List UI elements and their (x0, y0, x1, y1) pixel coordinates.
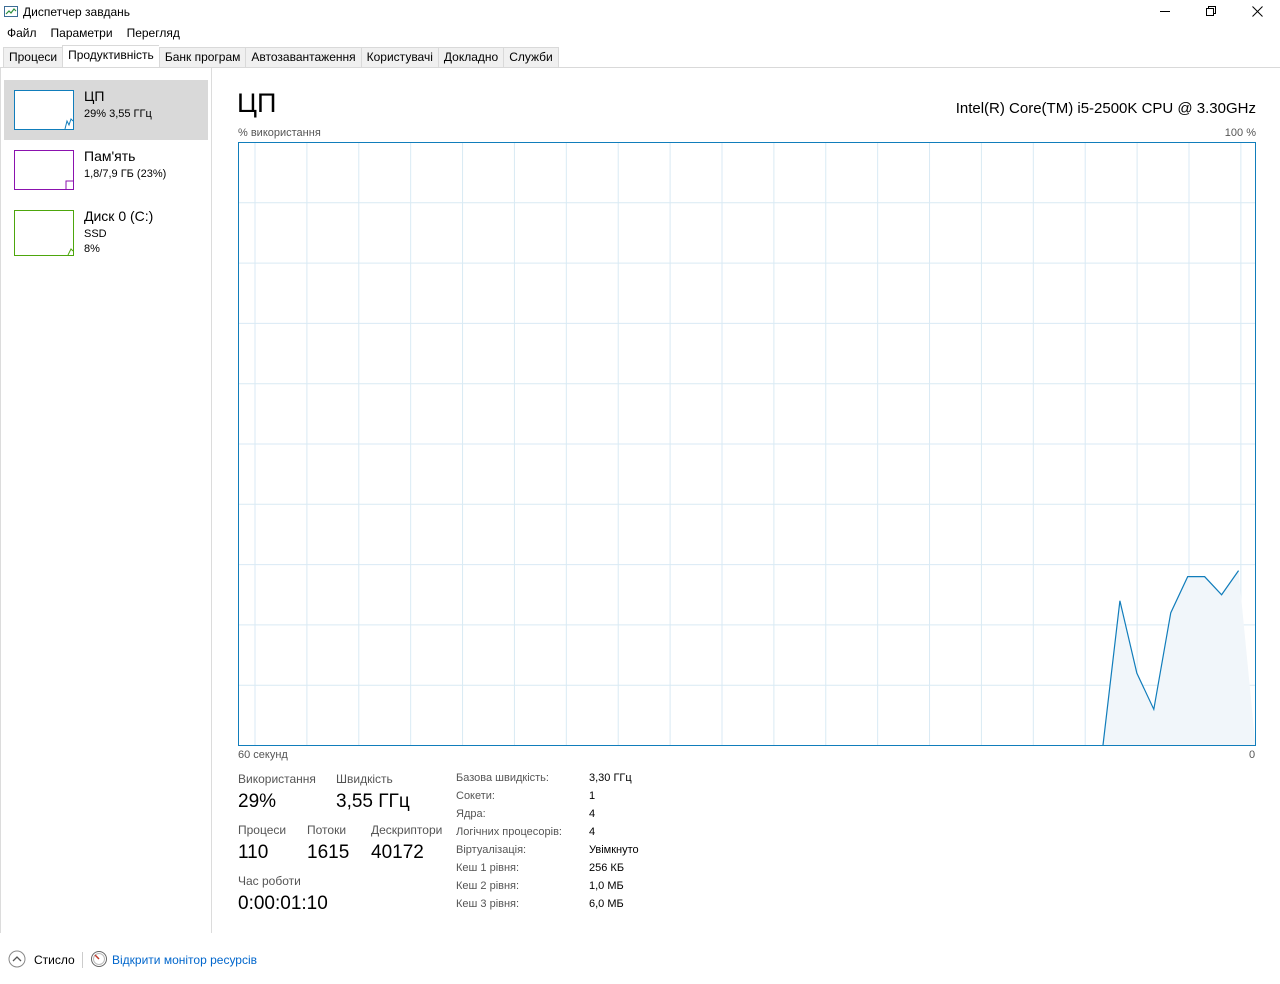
tab-users[interactable]: Користувачі (360, 47, 438, 68)
minimize-icon (1160, 11, 1170, 12)
cpu-usage-area (1102, 570, 1256, 746)
cpu-usage-graph (238, 142, 1256, 746)
spec-label: Кеш 2 рівня: (456, 880, 520, 892)
task-manager-icon (4, 5, 18, 17)
sidebar-item-detail: 8% (84, 243, 100, 255)
minimize-button[interactable] (1142, 0, 1188, 22)
y-axis-max: 100 % (1224, 127, 1256, 139)
page-title: ЦП (237, 88, 277, 118)
tab-processes[interactable]: Процеси (3, 47, 63, 68)
title-bar: Диспетчер завдань (0, 0, 1280, 22)
spec-label: Кеш 1 рівня: (456, 862, 520, 874)
spec-label: Базова швидкість: (456, 772, 549, 784)
threads-value: 1615 (307, 842, 350, 863)
tab-details[interactable]: Докладно (437, 47, 504, 68)
footer-divider (82, 952, 83, 968)
spec-value: 256 КБ (589, 862, 625, 874)
close-button[interactable] (1234, 0, 1280, 22)
footer-bar: Стисло Відкрити монітор ресурсів (0, 946, 1280, 974)
tab-services[interactable]: Служби (503, 47, 559, 68)
processes-label: Процеси (238, 823, 287, 837)
close-icon (1251, 5, 1263, 17)
sidebar-item-detail: 29% 3,55 ГГц (84, 108, 152, 120)
tab-strip: Процеси Продуктивність Банк програм Авто… (3, 45, 559, 68)
sidebar-item-title: ЦП (84, 88, 105, 104)
spec-label: Кеш 3 рівня: (456, 898, 520, 910)
spec-value: 3,30 ГГц (589, 772, 632, 784)
uptime-value: 0:00:01:10 (238, 893, 328, 914)
menu-options[interactable]: Параметри (44, 24, 120, 42)
spec-value: 6,0 МБ (589, 898, 624, 910)
tab-app-history[interactable]: Банк програм (158, 47, 246, 68)
handles-value: 40172 (371, 842, 424, 863)
y-axis-label: % використання (238, 127, 321, 139)
menu-view[interactable]: Перегляд (120, 24, 187, 42)
spec-label: Сокети: (456, 790, 495, 802)
resource-monitor-icon[interactable] (90, 950, 108, 968)
handles-label: Дескриптори (371, 823, 443, 837)
fewer-details-button[interactable]: Стисло (34, 953, 75, 967)
menu-file[interactable]: Файл (0, 24, 44, 42)
spec-value: 4 (589, 826, 596, 838)
open-resource-monitor-link[interactable]: Відкрити монітор ресурсів (112, 953, 257, 967)
cpu-model: Intel(R) Core(TM) i5-2500K CPU @ 3.30GHz (955, 100, 1256, 117)
spec-value: Увімкнуто (589, 844, 639, 856)
usage-value: 29% (238, 791, 277, 812)
threads-label: Потоки (307, 823, 347, 837)
spec-label: Логічних процесорів: (456, 826, 562, 838)
window-title: Диспетчер завдань (23, 5, 131, 19)
memory-thumbnail (14, 150, 74, 190)
menu-bar: Файл Параметри Перегляд (0, 24, 187, 42)
sidebar-item-detail: 1,8/7,9 ГБ (23%) (84, 168, 167, 180)
resource-list: ЦП 29% 3,55 ГГц Пам'ять 1,8/7,9 ГБ (23%)… (0, 68, 212, 933)
sidebar-item-title: Диск 0 (C:) (84, 208, 154, 224)
restore-button[interactable] (1188, 0, 1234, 22)
graph-grid (238, 142, 1255, 745)
disk-thumbnail (14, 210, 74, 256)
usage-label: Використання (238, 772, 316, 786)
speed-value: 3,55 ГГц (336, 791, 410, 812)
tab-startup[interactable]: Автозавантаження (245, 47, 361, 68)
sidebar-item-cpu[interactable]: ЦП 29% 3,55 ГГц (4, 80, 208, 140)
spec-value: 1,0 МБ (589, 880, 624, 892)
speed-label: Швидкість (336, 772, 393, 786)
x-axis-left: 60 секунд (238, 749, 288, 761)
restore-icon (1206, 6, 1216, 16)
uptime-label: Час роботи (238, 874, 301, 888)
processes-value: 110 (238, 842, 269, 863)
sidebar-item-memory[interactable]: Пам'ять 1,8/7,9 ГБ (23%) (4, 140, 208, 200)
spec-value: 4 (589, 808, 596, 820)
spec-label: Віртуалізація: (456, 844, 527, 856)
spec-value: 1 (589, 790, 596, 802)
cpu-thumbnail (14, 90, 74, 130)
tab-performance[interactable]: Продуктивність (62, 45, 159, 68)
chevron-up-icon[interactable] (8, 950, 26, 968)
sidebar-item-title: Пам'ять (84, 148, 136, 164)
x-axis-right: 0 (1249, 749, 1256, 761)
sidebar-item-disk[interactable]: Диск 0 (C:) SSD 8% (4, 200, 208, 260)
spec-label: Ядра: (456, 808, 486, 820)
sidebar-item-detail: SSD (84, 228, 107, 240)
